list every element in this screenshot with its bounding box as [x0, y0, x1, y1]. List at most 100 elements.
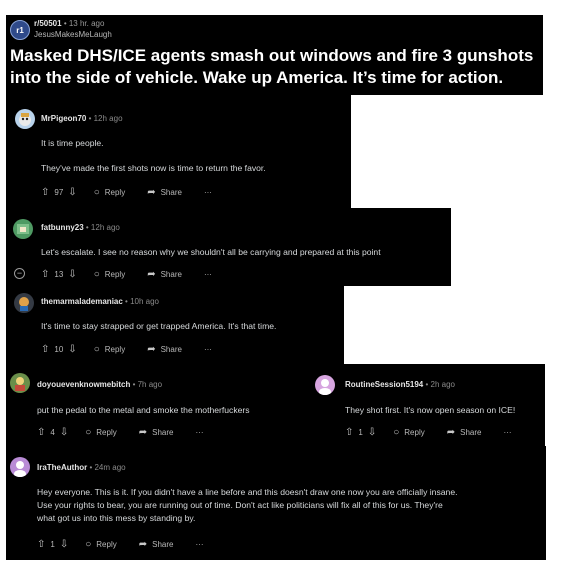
- reply-icon[interactable]: ○: [85, 539, 91, 550]
- upvote-icon[interactable]: ⇧: [41, 187, 49, 198]
- post-title-line: into the side of vehicle. Wake up Americ…: [10, 68, 504, 87]
- avatar[interactable]: [10, 457, 30, 477]
- comment-body-line: put the pedal to the metal and smoke the…: [37, 405, 250, 415]
- comment-author[interactable]: RoutineSession5194: [345, 380, 423, 389]
- comment-author-line: doyouevenknowmebitch • 7h ago: [37, 380, 163, 389]
- comment-author[interactable]: themarmalademaniac: [41, 297, 123, 306]
- more-options-button[interactable]: ···: [195, 540, 203, 549]
- downvote-icon[interactable]: ⇩: [68, 187, 76, 198]
- reply-button[interactable]: Reply: [96, 428, 116, 437]
- comment-author-line: RoutineSession5194 • 2h ago: [345, 380, 455, 389]
- avatar[interactable]: [15, 109, 35, 129]
- comment-actions: ⇧ 1 ⇩ ○ Reply ➦ Share ···: [345, 426, 511, 438]
- vote-score: 4: [50, 427, 55, 437]
- comment-author-line: IraTheAuthor • 24m ago: [37, 463, 126, 472]
- downvote-icon[interactable]: ⇩: [368, 427, 376, 438]
- marmalade-avatar-icon: [19, 297, 29, 311]
- more-options-button[interactable]: ···: [204, 188, 212, 197]
- comment-body-line: what got us into this mess by standing b…: [37, 513, 196, 523]
- upvote-icon[interactable]: ⇧: [41, 269, 49, 280]
- avatar[interactable]: [13, 219, 33, 239]
- vote-score: 97: [54, 187, 64, 197]
- bunny-avatar-icon: [17, 224, 29, 234]
- post-time: 13 hr. ago: [68, 19, 105, 28]
- comment-time: 7h ago: [137, 380, 163, 389]
- more-options-button[interactable]: ···: [204, 270, 212, 279]
- downvote-icon[interactable]: ⇩: [68, 344, 76, 355]
- share-icon[interactable]: ➦: [139, 427, 147, 438]
- comment-body-line: It's time to stay strapped or get trappe…: [41, 321, 277, 331]
- more-options-button[interactable]: ···: [195, 428, 203, 437]
- reply-icon[interactable]: ○: [94, 187, 100, 198]
- comment-actions: ⇧ 1 ⇩ ○ Reply ➦ Share ···: [37, 538, 203, 550]
- subreddit-icon[interactable]: r1: [10, 20, 30, 40]
- comment-author[interactable]: IraTheAuthor: [37, 463, 87, 472]
- comment-actions: ⇧ 4 ⇩ ○ Reply ➦ Share ···: [37, 426, 203, 438]
- avatar[interactable]: [10, 373, 30, 393]
- comment-body-line: Use your rights to bear, you are running…: [37, 500, 443, 510]
- comment-time: 10h ago: [130, 297, 159, 306]
- comment-body-line: Hey everyone. This is it. If you didn't …: [37, 487, 458, 497]
- comment-actions: ⇧ 97 ⇩ ○ Reply ➦ Share ···: [41, 186, 212, 198]
- collapse-thread-button[interactable]: −: [14, 268, 25, 279]
- user-avatar-icon: [319, 379, 331, 395]
- reply-icon[interactable]: ○: [85, 427, 91, 438]
- comment-author-line: themarmalademaniac • 10h ago: [41, 297, 159, 306]
- user-avatar-icon: [15, 377, 25, 391]
- share-button[interactable]: Share: [161, 188, 182, 197]
- user-avatar-icon: [14, 461, 26, 477]
- reply-button[interactable]: Reply: [105, 188, 125, 197]
- post-username[interactable]: JesusMakesMeLaugh: [34, 30, 112, 39]
- downvote-icon[interactable]: ⇩: [60, 539, 68, 550]
- share-icon[interactable]: ➦: [447, 427, 455, 438]
- avatar[interactable]: [315, 375, 335, 395]
- upvote-icon[interactable]: ⇧: [345, 427, 353, 438]
- share-button[interactable]: Share: [152, 540, 173, 549]
- avatar[interactable]: [14, 293, 34, 313]
- comment-author-line: MrPigeon70 • 12h ago: [41, 114, 123, 123]
- comment-body-line: Let's escalate. I see no reason why we s…: [41, 247, 381, 257]
- post-title[interactable]: Masked DHS/ICE agents smash out windows …: [10, 45, 540, 89]
- reply-button[interactable]: Reply: [105, 270, 125, 279]
- reply-button[interactable]: Reply: [105, 345, 125, 354]
- comment-body: Hey everyone. This is it. If you didn't …: [37, 486, 542, 525]
- reply-icon[interactable]: ○: [94, 269, 100, 280]
- comment-time: 12h ago: [93, 114, 123, 123]
- subreddit-name[interactable]: r/50501: [34, 19, 62, 28]
- reply-button[interactable]: Reply: [404, 428, 424, 437]
- comment-body-line: They've made the first shots now is time…: [41, 163, 266, 173]
- downvote-icon[interactable]: ⇩: [68, 269, 76, 280]
- share-icon[interactable]: ➦: [147, 187, 155, 198]
- share-icon[interactable]: ➦: [139, 539, 147, 550]
- share-button[interactable]: Share: [460, 428, 481, 437]
- comment-author[interactable]: fatbunny23: [41, 223, 84, 232]
- upvote-icon[interactable]: ⇧: [37, 427, 45, 438]
- vote-score: 1: [50, 539, 55, 549]
- comment-time: 24m ago: [94, 463, 126, 472]
- share-icon[interactable]: ➦: [147, 344, 155, 355]
- comment-actions: ⇧ 13 ⇩ ○ Reply ➦ Share ···: [41, 268, 212, 280]
- share-icon[interactable]: ➦: [147, 269, 155, 280]
- post-title-line: Masked DHS/ICE agents smash out windows …: [10, 46, 534, 65]
- comment-author[interactable]: doyouevenknowmebitch: [37, 380, 130, 389]
- downvote-icon[interactable]: ⇩: [60, 427, 68, 438]
- upvote-icon[interactable]: ⇧: [37, 539, 45, 550]
- reply-icon[interactable]: ○: [94, 344, 100, 355]
- pigeon-avatar-icon: [19, 113, 31, 126]
- reply-icon[interactable]: ○: [393, 427, 399, 438]
- comment-actions: ⇧ 10 ⇩ ○ Reply ➦ Share ···: [41, 343, 212, 355]
- reply-button[interactable]: Reply: [96, 540, 116, 549]
- share-button[interactable]: Share: [161, 345, 182, 354]
- subreddit-line: r/50501 • 13 hr. ago: [34, 19, 105, 28]
- upvote-icon[interactable]: ⇧: [41, 344, 49, 355]
- comment-author[interactable]: MrPigeon70: [41, 114, 86, 123]
- comment-body-line: It is time people.: [41, 138, 104, 148]
- share-button[interactable]: Share: [152, 428, 173, 437]
- more-options-button[interactable]: ···: [204, 345, 212, 354]
- comment-time: 12h ago: [90, 223, 120, 232]
- share-button[interactable]: Share: [161, 270, 182, 279]
- comment-author-line: fatbunny23 • 12h ago: [41, 223, 120, 232]
- vote-score: 13: [54, 269, 64, 279]
- more-options-button[interactable]: ···: [503, 428, 511, 437]
- vote-score: 10: [54, 344, 64, 354]
